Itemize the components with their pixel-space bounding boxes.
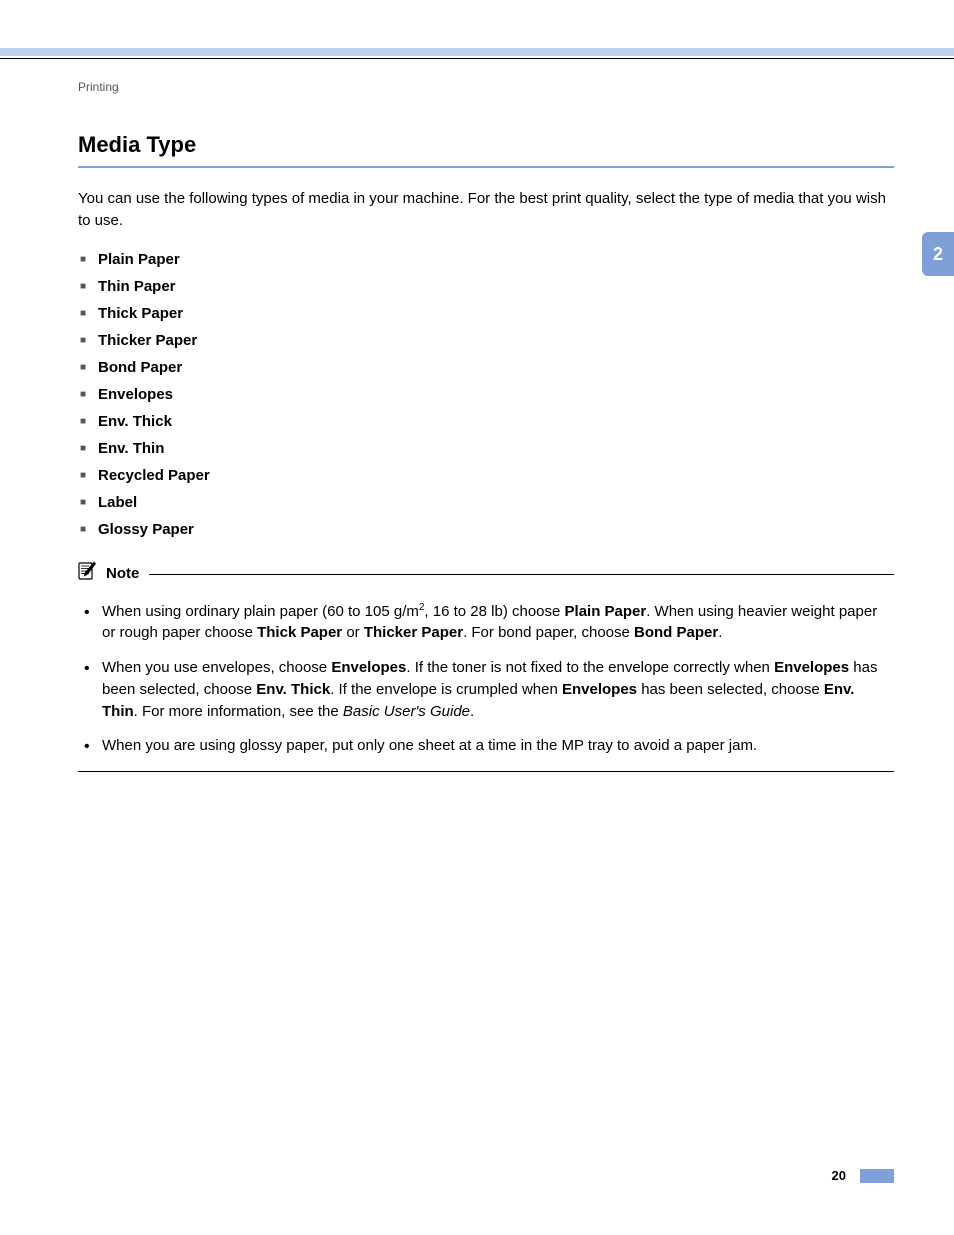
media-type-item: Recycled Paper	[78, 462, 894, 489]
media-type-list: Plain PaperThin PaperThick PaperThicker …	[78, 246, 894, 543]
intro-paragraph: You can use the following types of media…	[78, 188, 894, 232]
note-list: When using ordinary plain paper (60 to 1…	[78, 596, 894, 766]
chapter-tab: 2	[922, 232, 954, 276]
heading-rule	[78, 166, 894, 168]
media-type-item: Env. Thick	[78, 408, 894, 435]
note-item: When you use envelopes, choose Envelopes…	[84, 652, 894, 730]
heading-wrap: Media Type	[78, 132, 894, 168]
page-content: Printing Media Type You can use the foll…	[78, 80, 894, 772]
page-footer: 20	[832, 1168, 894, 1183]
section-breadcrumb: Printing	[78, 80, 894, 94]
media-type-item: Plain Paper	[78, 246, 894, 273]
media-type-item: Glossy Paper	[78, 516, 894, 543]
note-icon	[78, 561, 100, 586]
note-item: When using ordinary plain paper (60 to 1…	[84, 596, 894, 653]
note-header-rule	[149, 574, 894, 575]
footer-accent	[860, 1169, 894, 1183]
header-separator	[0, 58, 954, 59]
media-type-item: Thick Paper	[78, 300, 894, 327]
media-type-item: Label	[78, 489, 894, 516]
media-type-item: Envelopes	[78, 381, 894, 408]
note-title: Note	[106, 565, 139, 582]
media-type-item: Thin Paper	[78, 273, 894, 300]
page-title: Media Type	[78, 132, 894, 164]
header-band	[0, 48, 954, 56]
media-type-item: Bond Paper	[78, 354, 894, 381]
note-header: Note	[78, 561, 894, 586]
note-bottom-rule	[78, 771, 894, 772]
media-type-item: Thicker Paper	[78, 327, 894, 354]
page-number: 20	[832, 1168, 846, 1183]
note-item: When you are using glossy paper, put onl…	[84, 730, 894, 765]
media-type-item: Env. Thin	[78, 435, 894, 462]
